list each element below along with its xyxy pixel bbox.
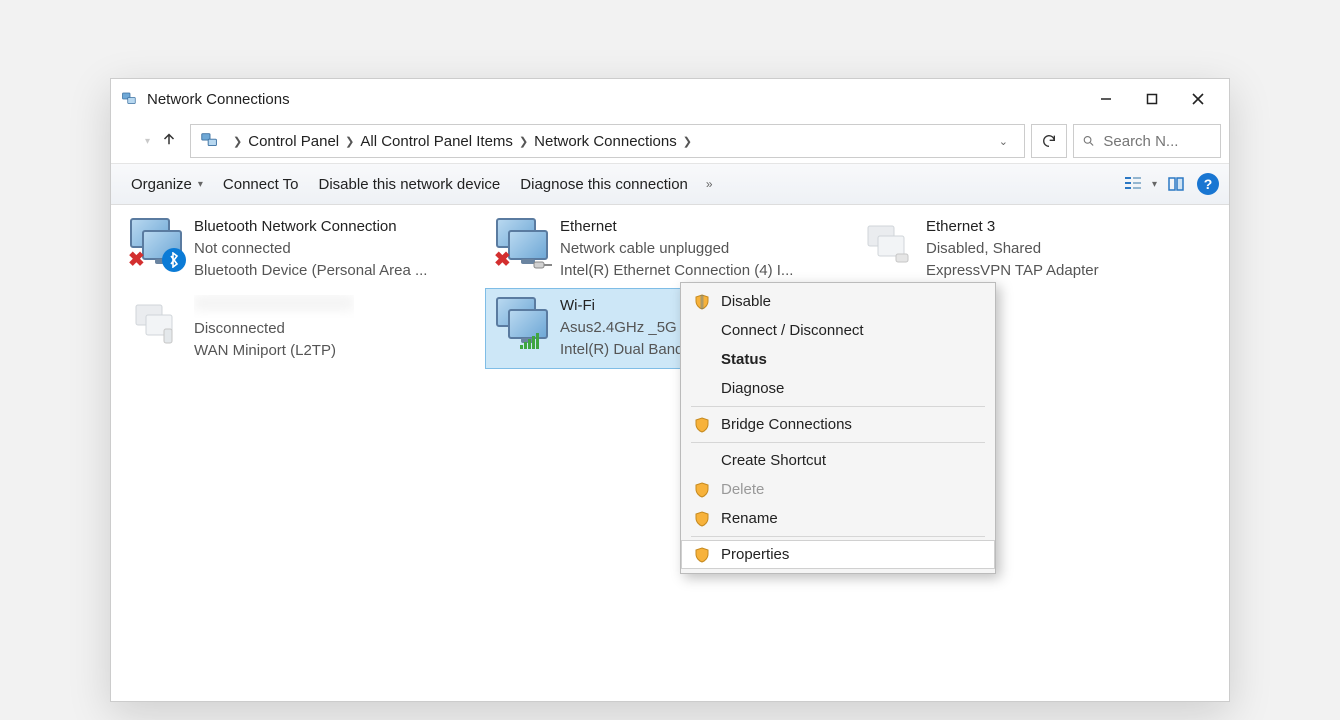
connection-device: ExpressVPN TAP Adapter [926,260,1099,282]
menu-label: Disable [721,293,771,310]
app-icon [121,90,139,108]
chevron-right-icon: ❯ [683,135,692,148]
shield-icon [693,482,711,498]
shield-icon [693,547,711,563]
menu-connect-disconnect[interactable]: Connect / Disconnect [681,316,995,345]
connection-name [194,295,354,318]
network-icon [856,216,920,272]
connection-name: Ethernet [560,216,793,238]
search-icon [1082,133,1095,149]
minimize-button[interactable] [1083,83,1129,115]
search-input[interactable] [1103,133,1212,150]
maximize-button[interactable] [1129,83,1175,115]
connection-status: Not connected [194,238,427,260]
view-dropdown-button[interactable]: ▾ [1146,179,1163,190]
breadcrumb-item[interactable]: Control Panel [248,133,339,150]
content-area: ✖ Bluetooth Network Connection Not conne… [111,205,1229,701]
address-bar: ▾ ❯ Control Panel ❯ All Control Panel It… [111,119,1229,163]
menu-diagnose[interactable]: Diagnose [681,374,995,403]
unavailable-icon: ✖ [128,247,145,272]
bluetooth-icon [162,248,186,272]
connection-status: Disconnected [194,318,354,340]
connection-item-l2tp[interactable]: Disconnected WAN Miniport (L2TP) [119,288,479,368]
network-connections-window: Network Connections ▾ ❯ Control Panel ❯ … [110,78,1230,702]
unavailable-icon: ✖ [494,247,511,272]
address-field[interactable]: ❯ Control Panel ❯ All Control Panel Item… [190,124,1025,158]
view-options-button[interactable] [1120,171,1146,197]
network-icon [124,295,188,351]
disable-device-button[interactable]: Disable this network device [309,172,511,197]
context-menu: Disable Connect / Disconnect Status Diag… [680,282,996,574]
chevron-right-icon: ❯ [519,135,528,148]
connection-name: Bluetooth Network Connection [194,216,427,238]
menu-rename[interactable]: Rename [681,504,995,533]
connection-name: Ethernet 3 [926,216,1099,238]
menu-label: Status [721,351,767,368]
menu-delete: Delete [681,475,995,504]
menu-label: Diagnose [721,380,784,397]
connection-item-bluetooth[interactable]: ✖ Bluetooth Network Connection Not conne… [119,209,479,288]
connection-item-ethernet3[interactable]: Ethernet 3 Disabled, Shared ExpressVPN T… [851,209,1211,288]
breadcrumb-item[interactable]: All Control Panel Items [360,133,513,150]
refresh-button[interactable] [1031,124,1067,158]
network-icon: ✖ [124,216,188,272]
shield-icon [693,511,711,527]
connection-status: Network cable unplugged [560,238,793,260]
chevron-right-icon: ❯ [345,135,354,148]
menu-disable[interactable]: Disable [681,287,995,316]
window-title: Network Connections [147,91,1083,108]
menu-label: Rename [721,510,778,527]
network-icon: ✖ [490,216,554,272]
menu-bridge[interactable]: Bridge Connections [681,410,995,439]
up-button[interactable] [160,130,178,153]
shield-icon [693,294,711,310]
connection-device: WAN Miniport (L2TP) [194,340,354,362]
wifi-signal-icon [520,333,539,349]
help-button[interactable]: ? [1197,173,1219,195]
preview-pane-button[interactable] [1163,171,1189,197]
connection-device: Bluetooth Device (Personal Area ... [194,260,427,282]
address-dropdown-button[interactable]: ⌄ [999,135,1008,148]
organize-menu[interactable]: Organize [121,172,213,197]
menu-label: Properties [721,546,789,563]
network-icon [490,295,554,351]
menu-create-shortcut[interactable]: Create Shortcut [681,446,995,475]
cable-icon [532,258,554,272]
menu-properties[interactable]: Properties [681,540,995,569]
menu-status[interactable]: Status [681,345,995,374]
connect-to-button[interactable]: Connect To [213,172,309,197]
search-box[interactable] [1073,124,1221,158]
menu-label: Delete [721,481,764,498]
connection-device: Intel(R) Ethernet Connection (4) I... [560,260,793,282]
connection-item-ethernet[interactable]: ✖ Ethernet Network cable unplugged Intel… [485,209,845,288]
diagnose-connection-button[interactable]: Diagnose this connection [510,172,698,197]
menu-label: Connect / Disconnect [721,322,864,339]
titlebar: Network Connections [111,79,1229,119]
redacted-text [194,295,354,311]
breadcrumb-item[interactable]: Network Connections [534,133,677,150]
chevron-right-icon: ❯ [233,135,242,148]
command-bar: Organize Connect To Disable this network… [111,163,1229,205]
connection-status: Disabled, Shared [926,238,1099,260]
menu-label: Create Shortcut [721,452,826,469]
shield-icon [693,417,711,433]
close-button[interactable] [1175,83,1221,115]
overflow-button[interactable]: » [698,177,721,191]
recent-locations-button[interactable]: ▾ [145,136,150,147]
menu-label: Bridge Connections [721,416,852,433]
location-icon [199,130,221,152]
